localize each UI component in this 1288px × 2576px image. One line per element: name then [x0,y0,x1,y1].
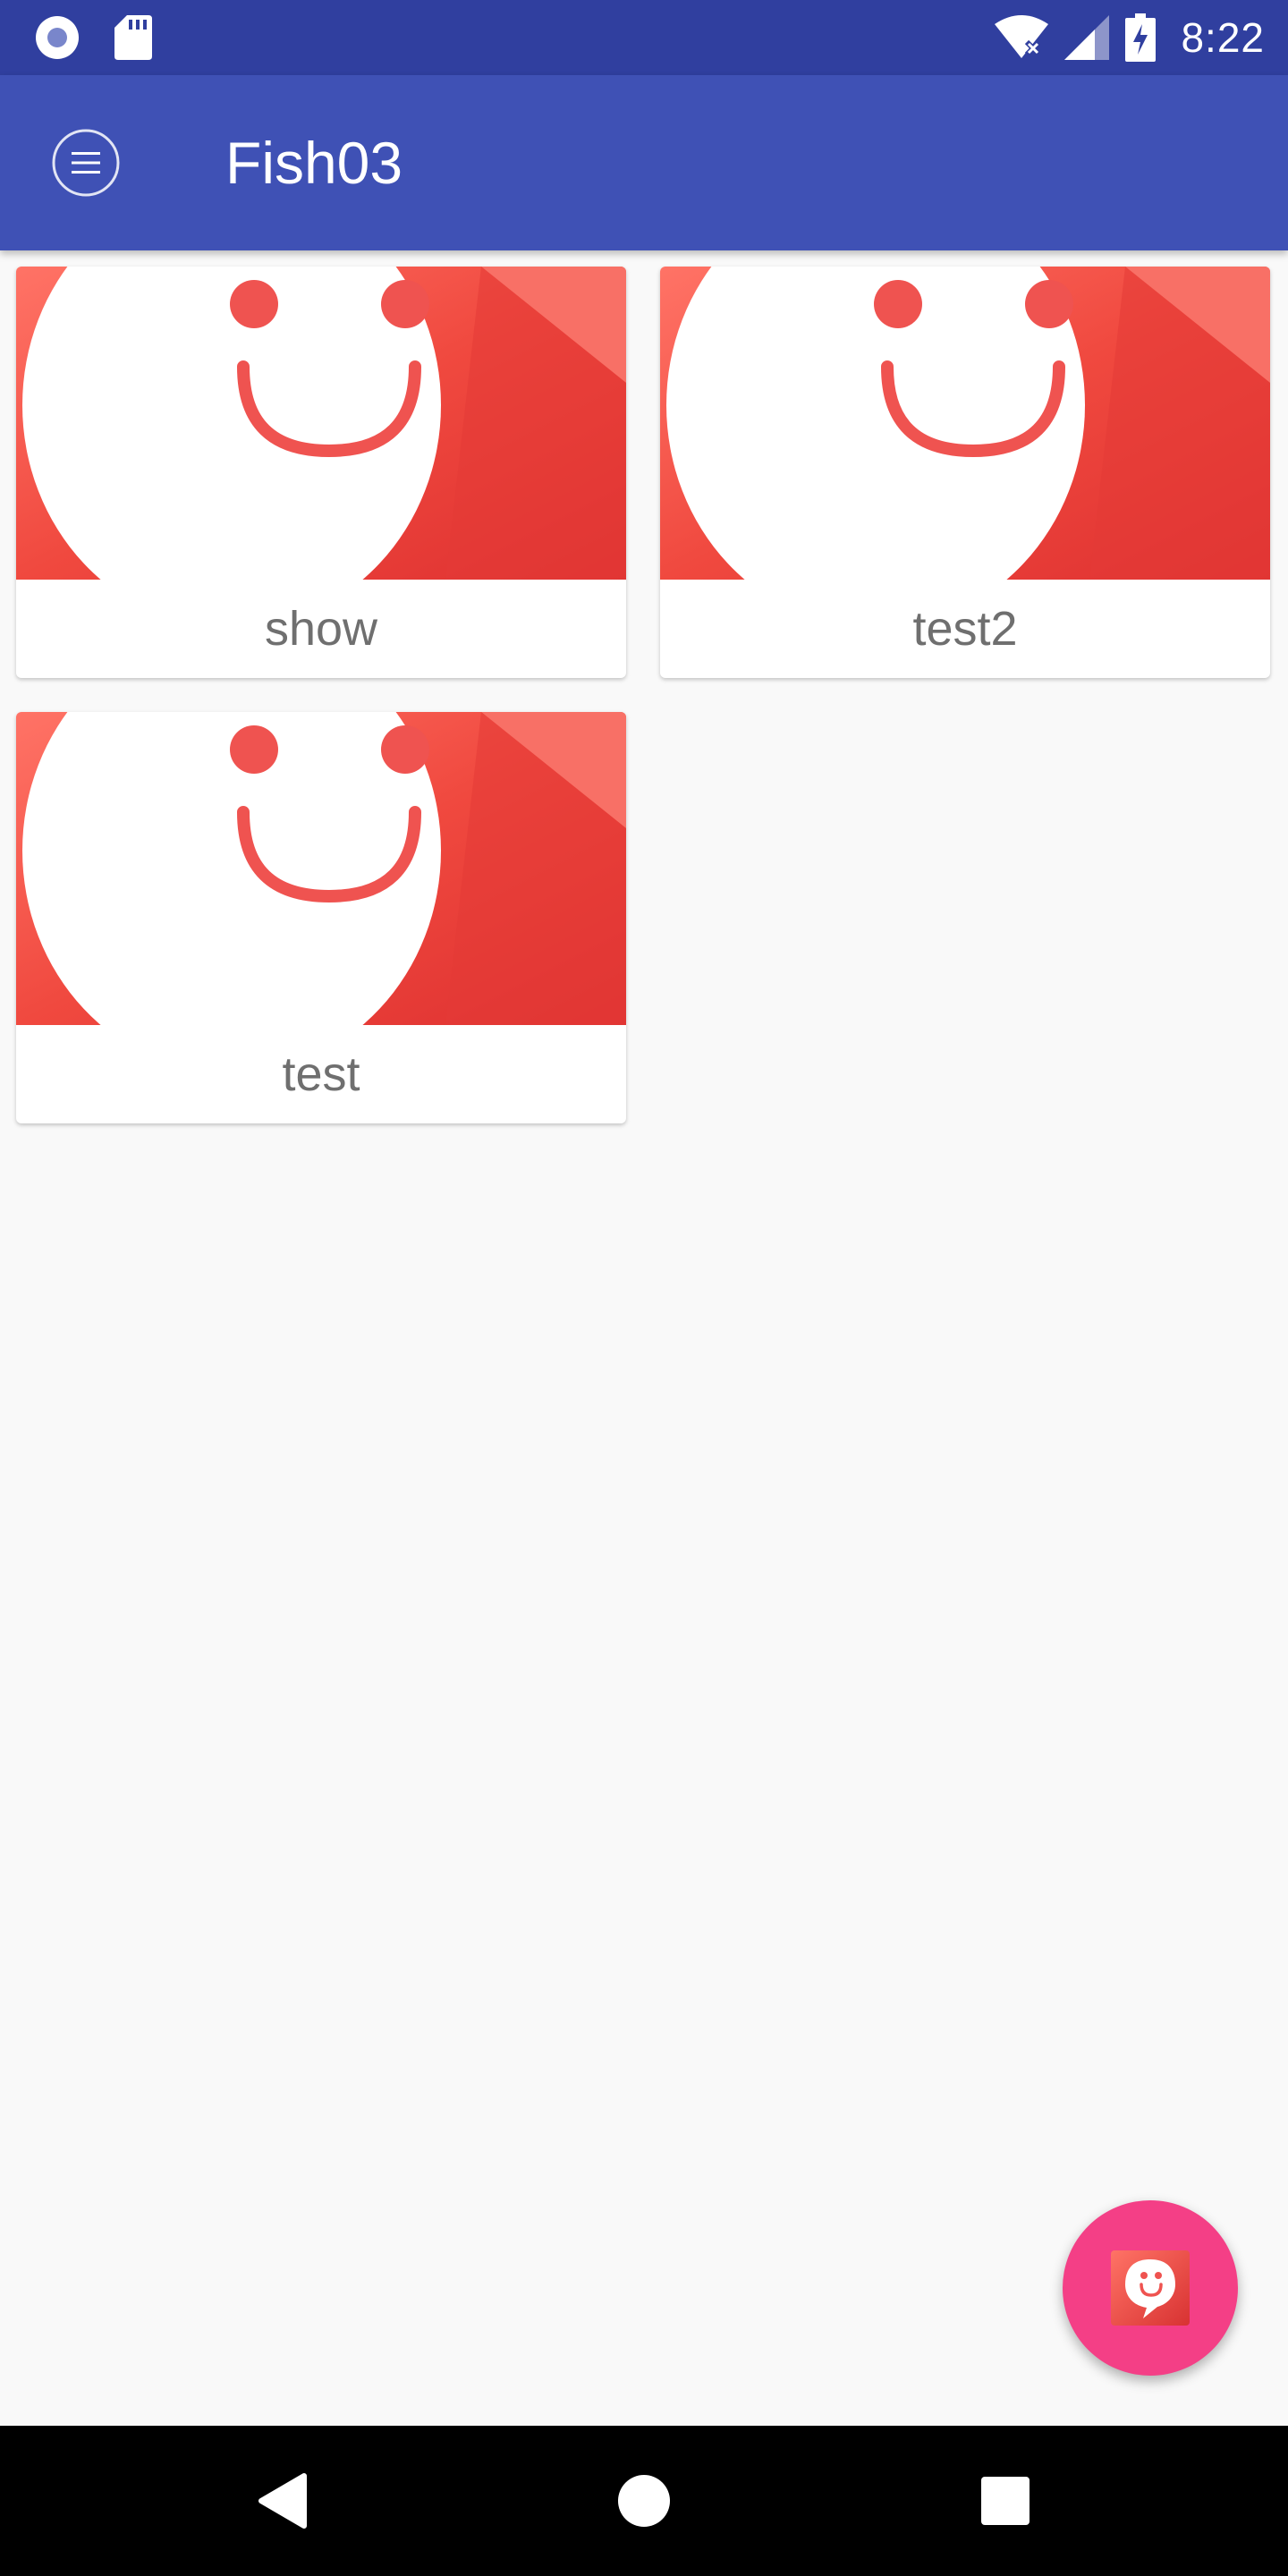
wifi-off-icon [995,15,1049,58]
item-thumbnail [16,267,626,580]
item-label: test2 [912,602,1018,656]
grid-item-show[interactable]: show [16,267,626,678]
smiley-thumbnail-icon [16,712,626,1025]
record-icon [36,16,79,59]
chat-smiley-icon [1111,2250,1190,2326]
back-icon [258,2473,307,2529]
menu-button[interactable] [50,127,122,199]
menu-icon [52,129,120,197]
smiley-thumbnail-icon [16,267,626,580]
status-clock: 8:22 [1181,14,1265,61]
fab-button[interactable] [1063,2200,1238,2376]
item-label: test [282,1047,360,1101]
app-title: Fish03 [225,130,403,196]
recents-button[interactable] [961,2456,1050,2546]
screen: 8:22 Fish03 show test2 test [0,0,1288,2576]
app-bar: Fish03 [0,75,1288,250]
grid-item-test2[interactable]: test2 [660,267,1270,678]
home-icon [618,2475,670,2527]
battery-charging-icon [1125,13,1157,62]
home-button[interactable] [599,2456,689,2546]
smiley-thumbnail-icon [660,267,1270,580]
status-bar: 8:22 [0,0,1288,75]
item-thumbnail [660,267,1270,580]
sd-card-icon [114,15,152,60]
cell-signal-icon [1064,15,1110,60]
item-label: show [264,602,378,656]
grid-item-test[interactable]: test [16,712,626,1123]
back-button[interactable] [238,2456,327,2546]
navigation-bar [0,2426,1288,2576]
recents-icon [981,2477,1030,2525]
item-thumbnail [16,712,626,1025]
